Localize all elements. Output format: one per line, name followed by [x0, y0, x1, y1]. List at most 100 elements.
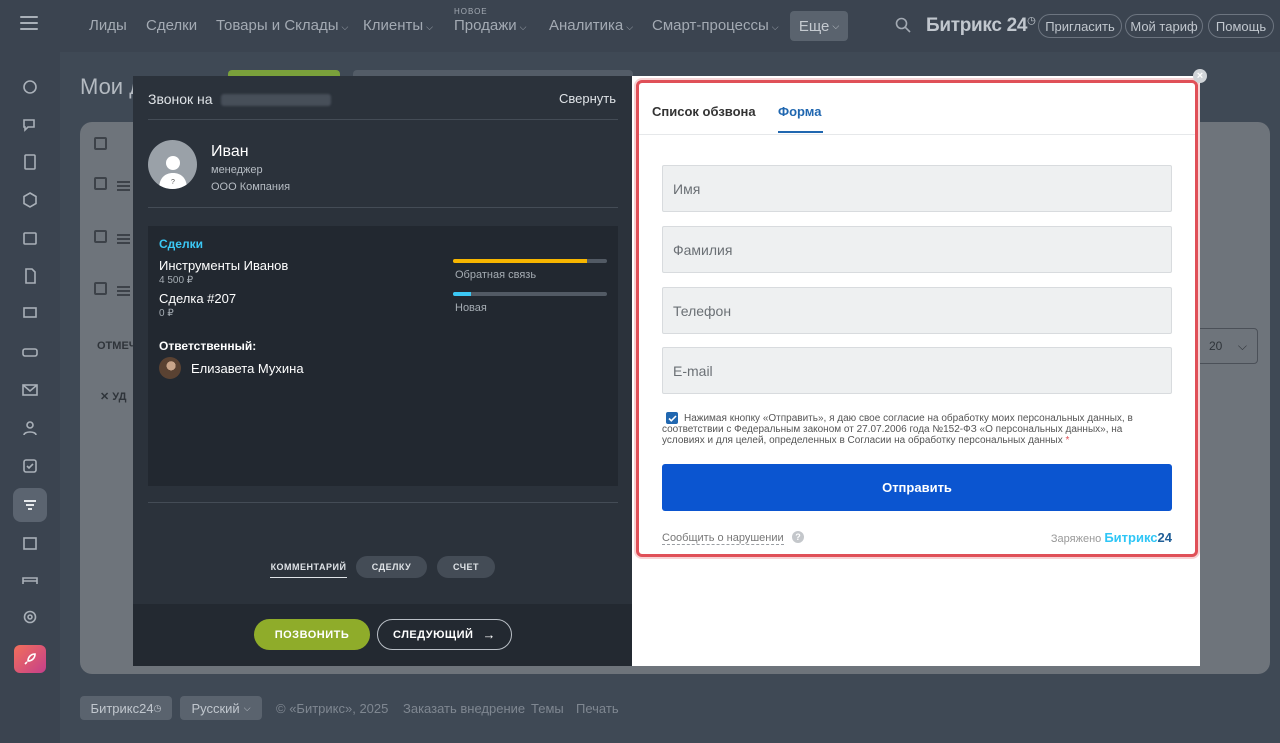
chevron-down-icon: ⌵: [519, 22, 527, 32]
document-icon[interactable]: [13, 259, 47, 293]
tab-deal[interactable]: СДЕЛКУ: [356, 556, 427, 578]
nav-analytics[interactable]: Аналитика ⌵: [549, 17, 633, 34]
deals-box: Сделки Инструменты Иванов 4 500 ₽ Обратн…: [148, 226, 618, 486]
help-question-icon[interactable]: ?: [792, 531, 804, 543]
language-label: Русский: [191, 700, 240, 716]
page-size-select[interactable]: 20 ⌵: [1196, 328, 1258, 364]
print-link[interactable]: Печать: [576, 701, 619, 716]
drag-handle-icon[interactable]: [117, 234, 130, 246]
left-sidebar: [0, 0, 60, 743]
contact-name[interactable]: Иван: [211, 143, 249, 161]
tab-call-list[interactable]: Список обзвона: [652, 104, 756, 119]
order-implementation-link[interactable]: Заказать внедрение: [403, 701, 525, 716]
required-mark: *: [1065, 435, 1070, 446]
calendar-icon[interactable]: [13, 221, 47, 255]
tabs-divider: [639, 134, 1195, 135]
deal-name[interactable]: Сделка #207: [159, 291, 236, 306]
nav-leads[interactable]: Лиды: [89, 17, 127, 34]
chat-icon[interactable]: [13, 108, 47, 142]
call-panel: Звонок на Свернуть ? Иван менеджер ООО К…: [133, 76, 633, 666]
checkmark-icon: [667, 414, 677, 422]
checkbox-task-icon[interactable]: [13, 449, 47, 483]
page-size-value: 20: [1209, 339, 1223, 353]
contacts-icon[interactable]: [13, 411, 47, 445]
clock-icon: ◷: [1027, 15, 1036, 27]
more-menu-button[interactable]: Еще ⌵: [790, 11, 848, 41]
last-name-input[interactable]: [662, 226, 1172, 273]
menu-burger-icon[interactable]: [20, 16, 38, 30]
settings-gear-icon[interactable]: [13, 600, 47, 634]
nav-deals[interactable]: Сделки: [146, 17, 197, 34]
hidden-phone-number: [220, 94, 331, 107]
call-button[interactable]: ПОЗВОНИТЬ: [254, 619, 370, 650]
chevron-down-icon: ⌵: [626, 22, 634, 32]
next-label: СЛЕДУЮЩИЙ: [393, 628, 474, 641]
deal-stage-progress: [453, 292, 607, 296]
divider: [148, 502, 618, 503]
report-violation-link[interactable]: Сообщить о нарушении: [662, 532, 784, 545]
powered-brand-number: 24: [1157, 530, 1172, 545]
nav-label: Аналитика: [549, 17, 624, 34]
schedule-icon[interactable]: [13, 526, 47, 560]
crm-funnel-icon[interactable]: [13, 488, 47, 522]
chevron-down-icon: ⌵: [1237, 338, 1247, 353]
language-select[interactable]: Русский ⌵: [180, 696, 262, 720]
nav-smart-processes[interactable]: Смарт-процессы ⌵: [652, 17, 779, 34]
presentation-icon[interactable]: [13, 297, 47, 331]
search-icon[interactable]: [895, 17, 911, 33]
row-checkbox[interactable]: [94, 230, 107, 243]
mail-icon[interactable]: [13, 373, 47, 407]
close-icon[interactable]: ×: [1193, 69, 1207, 83]
drag-handle-icon[interactable]: [117, 286, 130, 298]
contact-avatar: ?: [148, 140, 197, 189]
nav-sales[interactable]: Продажи ⌵: [454, 17, 526, 34]
arrow-right-icon: →: [482, 627, 496, 642]
next-button[interactable]: СЛЕДУЮЩИЙ →: [377, 619, 512, 650]
deal-name[interactable]: Инструменты Иванов: [159, 258, 288, 273]
bed-icon[interactable]: [13, 563, 47, 597]
responsible-avatar: [159, 357, 181, 379]
tab-comment[interactable]: КОММЕНТАРИЙ: [270, 556, 347, 578]
chevron-down-icon: ⌵: [243, 702, 251, 713]
consent-checkbox[interactable]: [666, 412, 678, 424]
row-checkbox[interactable]: [94, 282, 107, 295]
contact-company[interactable]: ООО Компания: [211, 181, 290, 193]
tab-invoice[interactable]: СЧЕТ: [437, 556, 495, 578]
chevron-down-icon: ⌵: [832, 20, 840, 31]
first-name-input[interactable]: [662, 165, 1172, 212]
drive-icon[interactable]: [13, 335, 47, 369]
tab-form[interactable]: Форма: [778, 104, 821, 119]
nav-clients[interactable]: Клиенты ⌵: [363, 17, 433, 34]
call-header-label: Звонок на: [148, 91, 213, 107]
progress-fill: [453, 292, 472, 296]
nav-goods-warehouses[interactable]: Товары и Склады ⌵: [216, 17, 348, 34]
phone-input[interactable]: [662, 287, 1172, 334]
powered-by[interactable]: Заряжено Битрикс24: [1051, 530, 1172, 545]
delete-action[interactable]: ✕ УД: [100, 390, 126, 403]
submit-button[interactable]: Отправить: [662, 464, 1172, 511]
footer-brand-button[interactable]: Битрикс24 ◷: [80, 696, 172, 720]
brand-logo[interactable]: Битрикс 24◷: [926, 15, 1036, 37]
row-checkbox[interactable]: [94, 177, 107, 190]
rocket-icon[interactable]: [14, 645, 46, 673]
my-tariff-button[interactable]: Мой тариф: [1125, 14, 1203, 38]
brand-name: Битрикс 24: [926, 15, 1028, 36]
top-navigation: Лиды Сделки Товары и Склады ⌵ Клиенты ⌵ НО…: [60, 0, 1280, 52]
drag-handle-icon[interactable]: [117, 181, 130, 193]
help-button[interactable]: Помощь: [1208, 14, 1274, 38]
feed-icon[interactable]: [13, 70, 47, 104]
invite-button[interactable]: Пригласить: [1038, 14, 1122, 38]
copyright: © «Битрикс», 2025: [276, 701, 389, 716]
powered-by-label: Заряжено: [1050, 533, 1102, 545]
responsible-name[interactable]: Елизавета Мухина: [191, 361, 304, 376]
themes-link[interactable]: Темы: [531, 701, 564, 716]
hexagon-icon[interactable]: [13, 183, 47, 217]
collapse-link[interactable]: Свернуть: [559, 91, 616, 106]
deal-stage-label: Новая: [455, 302, 487, 314]
select-all-checkbox[interactable]: [94, 137, 107, 150]
active-tab-indicator: [778, 131, 823, 133]
powered-brand-part: Битрикс: [1104, 530, 1158, 545]
close-icon: ✕: [100, 391, 113, 403]
email-input[interactable]: [662, 347, 1172, 394]
tasks-list-icon[interactable]: [13, 145, 47, 179]
